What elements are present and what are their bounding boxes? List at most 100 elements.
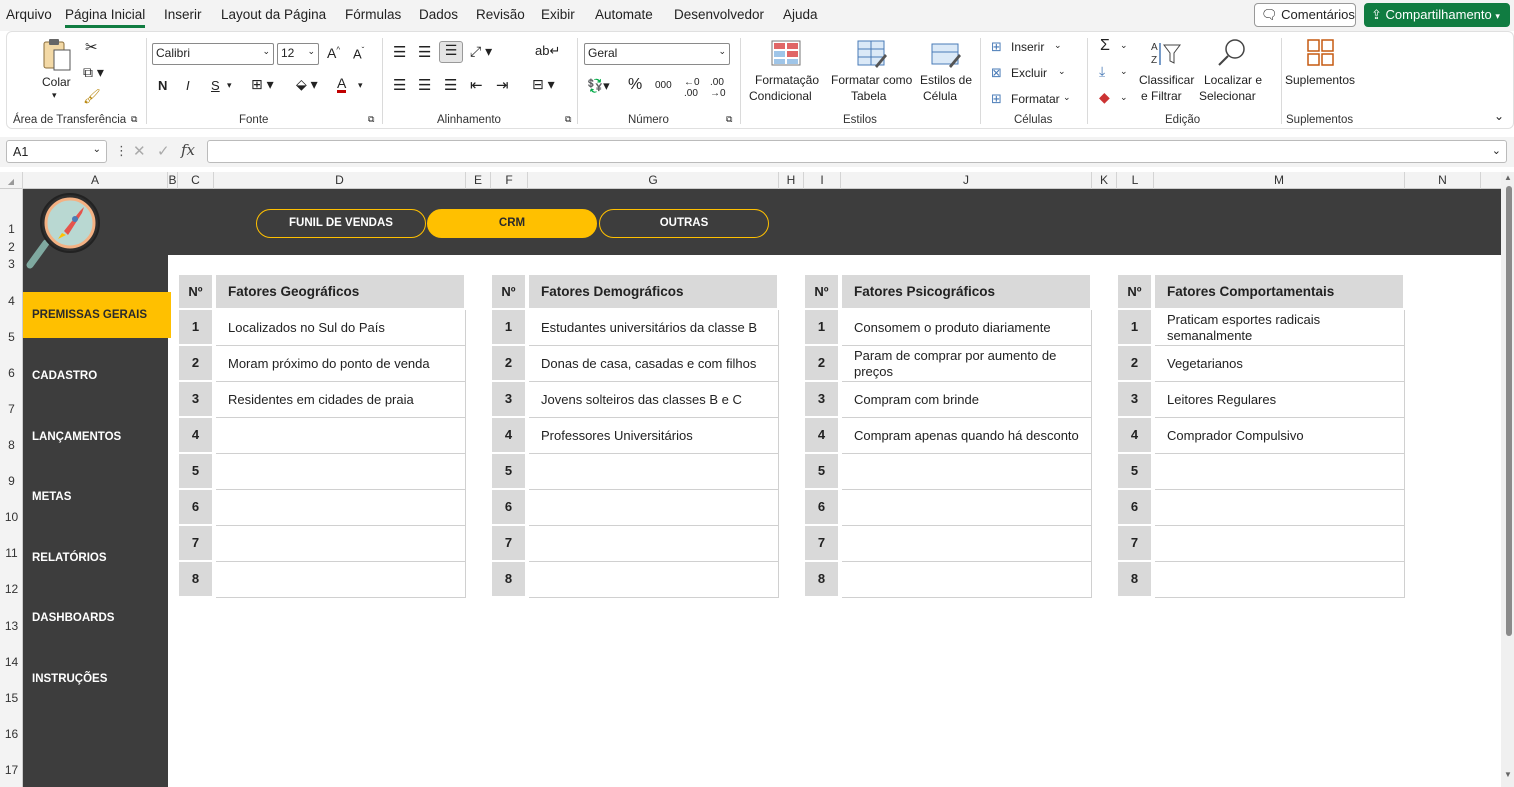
font-color-icon[interactable]: A (337, 76, 347, 93)
thousands-icon[interactable]: 000 (655, 80, 672, 91)
row-number-cell[interactable]: 2 (1118, 346, 1151, 380)
row-text-cell[interactable] (216, 562, 466, 598)
row-text-cell[interactable]: Consomem o produto diariamente (842, 310, 1092, 346)
row-text-cell[interactable]: Compram com brinde (842, 382, 1092, 418)
delete-cells-icon[interactable]: ⊠ (991, 65, 1002, 81)
row-number-cell[interactable]: 3 (1118, 382, 1151, 416)
sort-filter-label-1[interactable]: Classificar (1139, 73, 1194, 87)
bold-button[interactable]: N (158, 78, 167, 93)
row-number-cell[interactable]: 3 (179, 382, 212, 416)
chevron-down-icon[interactable]: ⌄ (1063, 92, 1071, 103)
row-text-cell[interactable] (1155, 562, 1405, 598)
sidebar-item-premissas-gerais[interactable]: PREMISSAS GERAIS (23, 292, 171, 338)
enter-icon[interactable]: ✓ (157, 142, 170, 160)
cancel-icon[interactable]: ✕ (133, 142, 146, 160)
row-number-cell[interactable]: 7 (492, 526, 525, 560)
row-number-cell[interactable]: 7 (1118, 526, 1151, 560)
row-number-cell[interactable]: 4 (1118, 418, 1151, 452)
name-box[interactable]: A1 ⌄ (6, 140, 107, 163)
italic-button[interactable]: I (186, 78, 190, 93)
format-cells-label[interactable]: Formatar (1011, 92, 1060, 106)
row-header-15[interactable]: 15 (0, 691, 23, 705)
rocket-magnifier-logo[interactable] (24, 191, 108, 271)
shrink-font-icon[interactable]: Aˇ (353, 46, 364, 61)
row-text-cell[interactable]: Praticam esportes radicais semanalmente (1155, 310, 1405, 346)
row-number-cell[interactable]: 3 (805, 382, 838, 416)
sort-filter-icon[interactable]: A Z (1150, 39, 1182, 69)
row-number-cell[interactable]: 8 (179, 562, 212, 596)
row-header-4[interactable]: 4 (0, 294, 23, 308)
delete-cells-label[interactable]: Excluir (1011, 66, 1047, 80)
row-text-cell[interactable]: Comprador Compulsivo (1155, 418, 1405, 454)
comments-button[interactable]: 🗨 Comentários (1254, 3, 1356, 27)
decrease-indent-icon[interactable]: ⇤ (470, 76, 483, 94)
row-number-cell[interactable]: 8 (1118, 562, 1151, 596)
row-text-cell[interactable] (216, 454, 466, 490)
column-header-l[interactable]: L (1117, 172, 1154, 189)
row-number-cell[interactable]: 8 (492, 562, 525, 596)
row-header-10[interactable]: 10 (0, 510, 23, 524)
insert-cells-label[interactable]: Inserir (1011, 40, 1044, 54)
row-header-9[interactable]: 9 (0, 474, 23, 488)
row-text-cell[interactable]: Donas de casa, casadas e com filhos (529, 346, 779, 382)
addins-label[interactable]: Suplementos (1285, 73, 1355, 87)
scroll-up-icon[interactable]: ▲ (1504, 173, 1512, 182)
nav-crm[interactable]: CRM (427, 209, 597, 238)
format-painter-icon[interactable]: 🖌 (83, 88, 101, 105)
align-middle-icon[interactable]: ☰ (418, 43, 431, 61)
conditional-formatting-label-1[interactable]: Formatação (755, 73, 819, 87)
format-as-table-icon[interactable] (857, 40, 887, 68)
conditional-formatting-label-2[interactable]: Condicional (749, 89, 812, 103)
column-header-e[interactable]: E (466, 172, 491, 189)
format-as-table-label-1[interactable]: Formatar como (831, 73, 912, 87)
row-number-cell[interactable]: 6 (805, 490, 838, 524)
row-header-16[interactable]: 16 (0, 727, 23, 741)
menu-pagina-inicial[interactable]: Página Inicial (65, 7, 145, 22)
menu-dados[interactable]: Dados (419, 7, 458, 22)
underline-button[interactable]: S (211, 78, 220, 93)
fill-color-icon[interactable]: ⬙ ▾ (296, 76, 318, 93)
row-number-cell[interactable]: 2 (179, 346, 212, 380)
number-format-select[interactable]: Geral ⌄ (584, 43, 730, 65)
menu-desenvolvedor[interactable]: Desenvolvedor (674, 7, 764, 22)
sidebar-item-cadastro[interactable]: CADASTRO (23, 361, 171, 391)
column-header-c[interactable]: C (178, 172, 214, 189)
collapse-ribbon-icon[interactable]: ⌄ (1494, 109, 1504, 123)
sidebar-item-metas[interactable]: METAS (23, 482, 171, 512)
chevron-down-icon[interactable]: ⌄ (1120, 40, 1128, 51)
row-text-cell[interactable]: Professores Universitários (529, 418, 779, 454)
row-text-cell[interactable] (216, 526, 466, 562)
cell-styles-label-2[interactable]: Célula (923, 89, 957, 103)
row-number-cell[interactable]: 1 (805, 310, 838, 344)
row-text-cell[interactable]: Residentes em cidades de praia (216, 382, 466, 418)
row-text-cell[interactable] (1155, 454, 1405, 490)
menu-automate[interactable]: Automate (595, 7, 653, 22)
find-select-label-1[interactable]: Localizar e (1204, 73, 1262, 87)
row-text-cell[interactable] (216, 490, 466, 526)
chevron-down-icon[interactable]: ⌄ (1120, 92, 1128, 103)
menu-inserir[interactable]: Inserir (164, 7, 202, 22)
align-top-icon[interactable]: ☰ (393, 43, 406, 61)
chevron-down-icon[interactable]: ▾ (227, 80, 232, 91)
copy-icon[interactable]: ⧉ ▾ (83, 64, 104, 81)
column-header-h[interactable]: H (779, 172, 804, 189)
cut-icon[interactable]: ✂ (85, 38, 98, 56)
cell-styles-icon[interactable] (931, 40, 961, 68)
align-bottom-icon[interactable]: ☰ (439, 41, 463, 63)
menu-layout[interactable]: Layout da Página (221, 7, 326, 22)
row-text-cell[interactable] (529, 526, 779, 562)
currency-icon[interactable]: 💱▾ (587, 78, 610, 94)
row-text-cell[interactable] (216, 418, 466, 454)
column-header-d[interactable]: D (214, 172, 466, 189)
scroll-down-icon[interactable]: ▼ (1504, 770, 1512, 779)
orientation-icon[interactable]: ⤢ ▾ (470, 43, 492, 60)
row-text-cell[interactable]: Estudantes universitários da classe B (529, 310, 779, 346)
row-text-cell[interactable]: Localizados no Sul do País (216, 310, 466, 346)
row-header-3[interactable]: 3 (0, 257, 23, 271)
dialog-launcher-icon[interactable]: ⧉ (565, 114, 571, 125)
row-number-cell[interactable]: 5 (179, 454, 212, 488)
row-number-cell[interactable]: 1 (179, 310, 212, 344)
menu-formulas[interactable]: Fórmulas (345, 7, 401, 22)
row-text-cell[interactable] (529, 562, 779, 598)
sidebar-item-relatorios[interactable]: RELATÓRIOS (23, 543, 171, 573)
